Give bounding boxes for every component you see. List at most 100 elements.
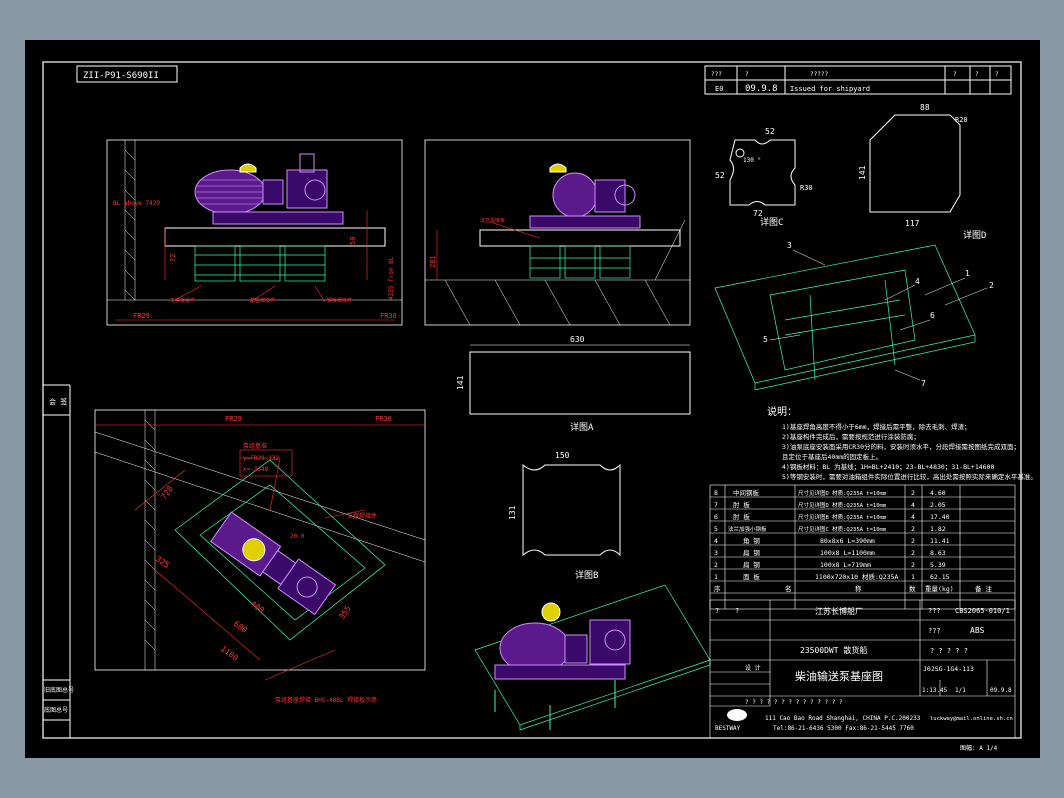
plan-dim-6: 355 — [337, 604, 353, 621]
detail-c-side: 52 — [715, 171, 725, 180]
detail-c-bottom: 72 — [753, 209, 763, 218]
pt-r6-c4: 5.39 — [930, 561, 946, 569]
pt-r7-c3: 1 — [911, 573, 915, 581]
pt-r0-c2: 尺寸见详图D 材质:Q235A t=10mm — [798, 489, 887, 497]
pt-r1-c3: 4 — [911, 501, 915, 509]
title-block-text: ? ? 江苏长博船厂 ??? CBS2065-010/1 ??? ABS 235… — [715, 606, 1013, 732]
pt-r5-c0: 3 — [714, 549, 718, 557]
plan-dim-5: 325 — [154, 554, 171, 570]
elev-dim-right: 50 — [349, 237, 357, 245]
notes: 说明： 1)基座焊角高度不得小于6mm，焊接后需平整，除去毛刺、焊渣； 2)基座… — [767, 405, 1037, 481]
detail-c-label: 详图C — [760, 216, 783, 228]
parts-rows: 8 中间钢板 尺寸见详图D 材质:Q235A t=10mm 2 4.60 7 肘… — [714, 488, 992, 593]
pt-r7-c1: 面 板 — [743, 572, 760, 581]
pt-r2-c2: 尺寸见详图B 材质:Q235A t=10mm — [798, 513, 887, 521]
pt-h4: 重量(kg) — [925, 585, 954, 593]
tb-class: ABS — [970, 626, 985, 635]
detail-d-top: 88 141 117 R20 详图D — [858, 103, 986, 241]
pt-r4-c0: 4 — [714, 537, 718, 545]
pt-r3-c2: 尺寸见详图C 材质:Q235A t=10mm — [798, 525, 887, 533]
elev-from-bl: 4255 from BL — [388, 256, 395, 300]
tb-company: 江苏长博船厂 — [815, 606, 863, 616]
notes-line-5: 4)钢板材料：BL 为基线；1H=BL+2410；23-BL+4830；31-B… — [782, 462, 994, 471]
drawing-number-text: ZII-P91-S690II — [83, 71, 159, 81]
tb-address: 111 Cao Bao Road Shanghai, CHINA P.C.200… — [765, 715, 921, 722]
end-view: 281 法兰焊接板 — [424, 139, 691, 326]
pt-r0-c4: 4.60 — [930, 489, 946, 497]
detail-d-top-label: 详图D — [963, 229, 986, 241]
notes-title: 说明： — [767, 405, 797, 418]
tb-placeholder-5: ? ? ? ? ? — [930, 647, 968, 655]
detail-d-bottom-dim: 117 — [905, 219, 920, 228]
notes-line-3: 3)油泵底座安装面采用CR30分的料，安装时须水平，分段焊接需按图纸完成双面； — [782, 442, 1020, 451]
cad-drawing-sheet: 会 签 旧底图总号 底图总号 ZII-P91-S690II ??? ? ????… — [25, 40, 1040, 758]
pt-r6-c2: 100x8 L=719mm — [820, 561, 871, 569]
detail-d-top-dim: 88 — [920, 103, 930, 112]
iso-callout-3: 3 — [787, 241, 792, 250]
iso-callout-5: 5 — [763, 335, 768, 344]
tb-project-code: CBS2065-010/1 — [955, 607, 1010, 615]
left-strip-label-a: 会 签 — [49, 397, 67, 406]
pt-r7-c4: 62.15 — [930, 573, 950, 581]
detail-c-top: 52 — [765, 127, 775, 136]
tb-phone: Tel:86-21-6436 5300 Fax:86-21-5445 7760 — [773, 725, 914, 732]
sheet-size: 图幅: A 1/4 — [960, 744, 998, 752]
iso-callout-4: 4 — [915, 277, 920, 286]
pt-r0-c0: 8 — [714, 489, 718, 497]
tb-email: luckway@mail.online.sh.cn — [930, 716, 1013, 722]
end-view-label: 法兰焊接板 — [480, 217, 505, 224]
detail-a: 630 141 详图A — [456, 335, 691, 433]
plan-note-line-2: x=-3348 — [243, 466, 269, 473]
pt-r6-c3: 2 — [911, 561, 915, 569]
detail-c: 52 52 72 R30 130 ° 详图C — [715, 127, 813, 228]
pt-r2-c0: 6 — [714, 513, 718, 521]
tb-placeholder-4: ??? — [928, 627, 941, 635]
tb-drawing-no: J02SG-1G4-113 — [923, 665, 974, 673]
pt-r3-c0: 5 — [714, 525, 718, 533]
tb-ship: 23500DWT 散货船 — [800, 645, 867, 655]
plan-note-title: 泵组基准 — [243, 442, 267, 450]
iso-callout-1: 1 — [965, 269, 970, 278]
elev-label-a: 支撑板组件 — [170, 297, 195, 304]
pt-r3-c4: 1.82 — [930, 525, 946, 533]
pt-h0: 序 — [714, 584, 721, 593]
notes-line-4: 且定位于基座后40mm的固定板上。 — [782, 452, 882, 461]
pt-r2-c3: 4 — [911, 513, 915, 521]
rev-h2: ????? — [810, 71, 828, 78]
detail-b-label: 详图B — [575, 569, 598, 581]
plan-dim-3: 400 — [249, 599, 266, 615]
pt-r4-c3: 2 — [911, 537, 915, 545]
plan-bottom-label: 泵组基座焊接 BHS-48BL 焊接板示意 — [275, 696, 377, 704]
notes-line-6: 5)等钢安装时，需要对油箱组件实际位置进行比较，高出处需按照实际来确定水平基准。 — [782, 472, 1037, 481]
elev-frame-left: FR29 — [133, 312, 150, 320]
detail-b-width: 150 — [555, 451, 570, 460]
rev-h5: ? — [995, 71, 999, 78]
iso-callouts — [769, 249, 988, 381]
iso-callout-6: 6 — [930, 311, 935, 320]
pt-h3: 数 — [909, 584, 916, 593]
plan-dim-7: 20.0 — [290, 533, 305, 540]
pt-r3-c1: 法兰加强小钢板 — [728, 525, 767, 533]
plan-dim-2: 600 — [232, 619, 249, 635]
pt-r1-c4: 2.05 — [930, 501, 946, 509]
plan-view: FR29 FR30 泵组基准 y=FR29-132 x=-3348 1100 6… — [94, 409, 426, 704]
rev-h0: ??? — [711, 71, 722, 78]
rev-h4: ? — [975, 71, 979, 78]
elev-frame-right: FR30 — [380, 312, 397, 320]
tb-title: 柴油输送泵基座图 — [795, 669, 883, 683]
pt-r4-c1: 角 钢 — [743, 536, 760, 545]
detail-d-angle: R20 — [955, 116, 968, 124]
iso-callout-7: 7 — [921, 379, 926, 388]
plan-frame: FR29 — [225, 415, 242, 423]
plan-dim-1: 1100 — [219, 644, 240, 663]
left-strip — [43, 384, 71, 738]
pt-r2-c4: 17.40 — [930, 513, 950, 521]
elev-bl-note: BL above 7429 — [113, 200, 160, 207]
pt-r7-c2: 1100x720x10 材质:Q235A — [815, 572, 899, 581]
pt-r1-c0: 7 — [714, 501, 718, 509]
left-strip-label-c: 底图总号 — [44, 706, 68, 714]
pt-r1-c1: 肘 板 — [733, 500, 750, 509]
notes-line-2: 2)基座构件完成后，需要按规范进行涂装防腐； — [782, 432, 920, 441]
pt-r4-c4: 11.41 — [930, 537, 950, 545]
rev-row-desc: Issued for shipyard — [790, 85, 870, 93]
